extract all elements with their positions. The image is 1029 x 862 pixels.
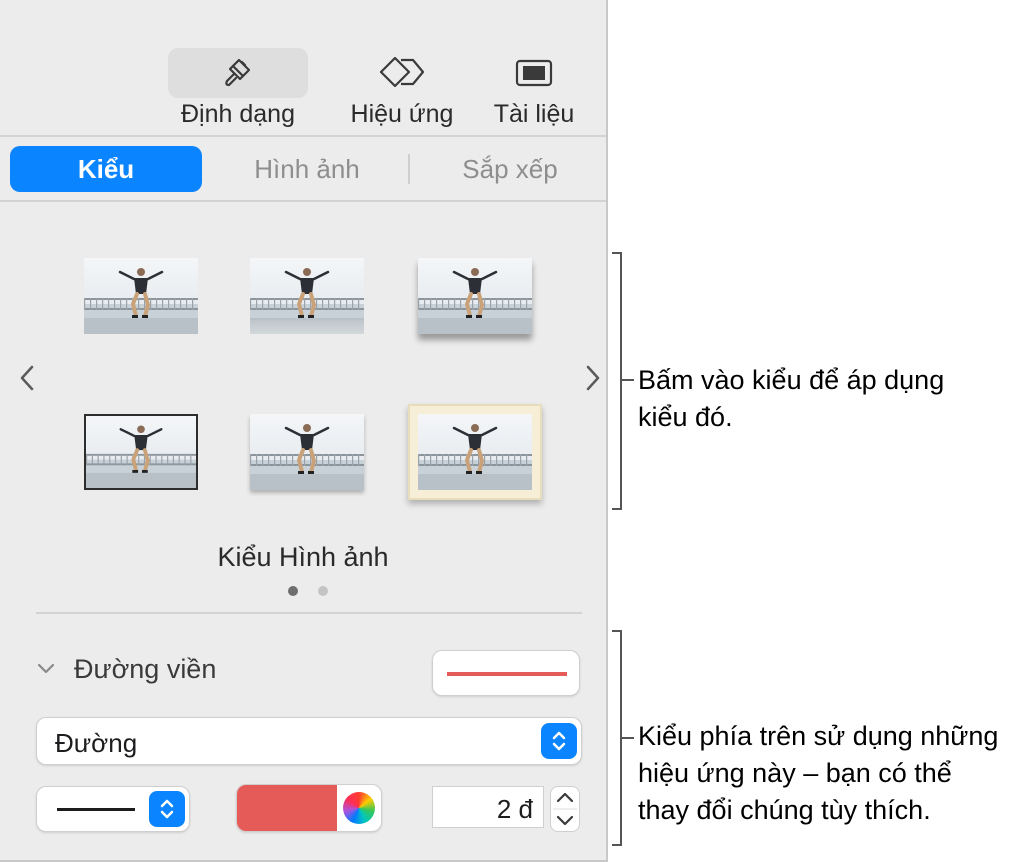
callout-bracket-bottom [612, 630, 622, 846]
section-divider [36, 612, 582, 614]
border-width-stepper[interactable] [550, 786, 580, 832]
page-dot[interactable] [318, 586, 328, 596]
inspector-tabs: Kiểu Hình ảnh Sắp xếp [10, 146, 590, 192]
style-thumbnail-cream-frame[interactable] [408, 404, 542, 500]
format-tool-label: Định dạng [181, 100, 295, 128]
callout-tick-top [622, 379, 634, 381]
diamond-icon [330, 48, 474, 98]
solid-line-preview [57, 808, 135, 811]
style-thumbnail-plain[interactable] [84, 258, 198, 334]
format-tool-button[interactable]: Định dạng [168, 48, 308, 130]
inspector-toolbar: Định dạng Hiệu ứng Tài liệu [0, 0, 606, 136]
document-tool-label: Tài liệu [493, 100, 575, 128]
page-dot-active[interactable] [288, 586, 298, 596]
next-styles-button[interactable] [578, 360, 606, 396]
border-section-header[interactable]: Đường viền [36, 648, 286, 692]
previous-styles-button[interactable] [12, 360, 42, 396]
tab-style[interactable]: Kiểu [10, 146, 202, 192]
image-styles-section: Kiểu Hình ảnh [0, 200, 606, 610]
stepper-arrows-icon [553, 792, 577, 826]
border-color-well[interactable] [236, 784, 382, 832]
style-thumbnail-thin-border[interactable] [84, 414, 198, 490]
callout-tick-bottom [622, 737, 634, 739]
line-type-popup[interactable]: Đường [36, 717, 582, 765]
callout-effects-line1: Kiểu phía trên sử dụng những [638, 721, 999, 751]
border-width-field[interactable]: 2 đ [432, 786, 544, 828]
tab-image[interactable]: Hình ảnh [210, 146, 404, 192]
document-icon [484, 48, 584, 98]
styles-title: Kiểu Hình ảnh [217, 542, 389, 572]
callout-styles: Bấm vào kiểu để áp dụng kiểu đó. [638, 362, 1026, 436]
border-heading: Đường viền [74, 654, 217, 684]
tab-arrange[interactable]: Sắp xếp [414, 146, 606, 192]
callout-effects-line3: thay đổi chúng tùy thích. [638, 795, 931, 825]
callout-effects-line2: hiệu ứng này – bạn có thể [638, 758, 952, 788]
chevron-right-icon [586, 365, 600, 391]
style-thumbnail-soft-border[interactable] [250, 414, 364, 490]
red-line-preview [447, 672, 567, 676]
animate-tool-button[interactable]: Hiệu ứng [330, 48, 474, 130]
photo-image [250, 414, 364, 490]
chevron-down-icon [37, 663, 55, 674]
tab-divider [408, 154, 410, 184]
callout-bracket-top [612, 252, 622, 510]
photo-image [418, 414, 532, 490]
style-thumbnail-reflection[interactable] [250, 258, 364, 350]
toolbar-divider [0, 135, 606, 137]
photo-image [86, 416, 196, 488]
callout-styles-line1: Bấm vào kiểu để áp dụng [638, 365, 945, 395]
border-width-value: 2 đ [496, 794, 533, 824]
line-type-value: Đường [55, 728, 138, 758]
document-tool-button[interactable]: Tài liệu [484, 48, 584, 130]
popup-arrows-icon [541, 723, 577, 759]
color-wheel-icon[interactable] [343, 792, 375, 824]
callout-effects: Kiểu phía trên sử dụng những hiệu ứng nà… [638, 718, 1028, 829]
reflection-fade [250, 320, 364, 350]
callout-styles-line2: kiểu đó. [638, 402, 733, 432]
format-sidebar: Định dạng Hiệu ứng Tài liệu Kiểu Hình ản… [0, 0, 608, 862]
line-pattern-popup[interactable] [36, 786, 190, 832]
border-style-preview-button[interactable] [432, 650, 580, 696]
photo-image [84, 258, 198, 334]
animate-tool-label: Hiệu ứng [350, 100, 454, 128]
chevron-left-icon [20, 365, 34, 391]
photo-image [418, 258, 532, 334]
color-swatch [237, 785, 337, 831]
popup-arrows-icon [149, 791, 185, 827]
style-thumbnail-shadow[interactable] [418, 258, 532, 334]
paintbrush-icon [168, 48, 308, 98]
